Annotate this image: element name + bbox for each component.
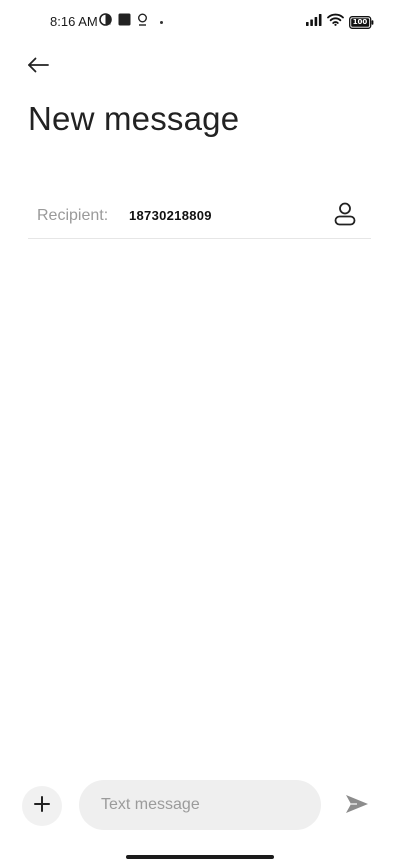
battery-level: 100	[352, 17, 368, 26]
battery-icon: 100	[349, 15, 374, 29]
data-saver-icon	[99, 13, 112, 31]
location-pin-icon	[137, 13, 148, 31]
more-dot-icon	[160, 20, 163, 24]
recipient-row[interactable]: Recipient: 18730218809	[28, 195, 371, 239]
status-bar: 8:16 AM 100	[0, 0, 400, 44]
select-contact-button[interactable]	[333, 202, 357, 231]
message-input[interactable]	[79, 780, 321, 830]
wifi-icon	[327, 13, 344, 31]
attach-button[interactable]	[22, 786, 62, 826]
page-title: New message	[28, 100, 240, 137]
recipient-label: Recipient:	[37, 207, 109, 224]
system-status-icons: 100	[306, 13, 374, 31]
send-button[interactable]	[341, 792, 371, 820]
arrow-left-icon	[27, 57, 49, 78]
stop-square-icon	[118, 13, 131, 31]
back-button[interactable]	[24, 53, 52, 81]
notification-icons	[99, 13, 163, 31]
home-indicator[interactable]	[126, 855, 274, 859]
signal-icon	[306, 13, 322, 31]
recipient-field[interactable]: 18730218809	[129, 208, 212, 223]
send-icon	[343, 793, 369, 820]
person-icon	[334, 202, 356, 231]
plus-icon	[33, 795, 51, 818]
status-time: 8:16 AM	[50, 14, 98, 29]
